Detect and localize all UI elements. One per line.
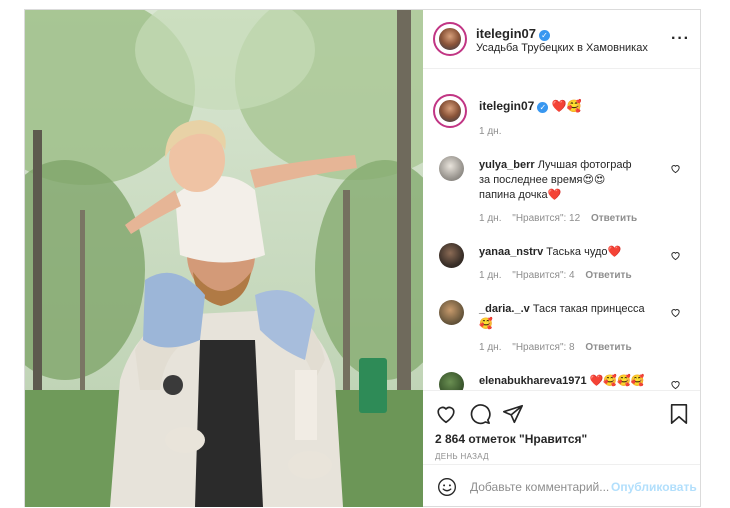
author-avatar[interactable]	[433, 22, 467, 56]
heart-icon[interactable]	[435, 403, 457, 425]
comment-item: yulya_berr Лучшая фотограф за последнее …	[479, 158, 674, 203]
caption-text: ❤️🥰	[551, 99, 582, 113]
add-comment-bar: Добавьте комментарий... Опубликовать	[423, 464, 700, 507]
comment-age[interactable]: 1 дн.	[479, 270, 501, 281]
author-username-text[interactable]: itelegin07	[476, 26, 536, 41]
comment-age[interactable]: 1 дн.	[479, 213, 501, 224]
verified-badge-icon: ✓	[538, 30, 550, 41]
comment-text-line1: Лучшая фотограф	[537, 159, 632, 171]
comment-like-heart-icon[interactable]	[670, 379, 681, 390]
paper-plane-icon[interactable]	[502, 403, 524, 425]
comment-like-heart-icon[interactable]	[670, 250, 681, 261]
post-photo[interactable]	[25, 10, 423, 507]
comment-age[interactable]: 1 дн.	[479, 342, 501, 353]
post-side-panel: itelegin07 ✓ Усадьба Трубецких в Хамовник…	[423, 10, 700, 507]
comment-text-line3: папина дочка❤️	[479, 189, 562, 201]
caption-meta: 1 дн.	[479, 126, 509, 137]
comment-username[interactable]: _daria._.v	[479, 303, 530, 315]
post-actions: 2 864 отметок "Нравится" ДЕНЬ НАЗАД	[423, 390, 700, 461]
comment-item: elenabukhareva1971 ❤️🥰🥰🥰	[479, 374, 674, 389]
comment-avatar[interactable]	[439, 156, 464, 181]
reply-button[interactable]: Ответить	[585, 270, 631, 281]
post-header: itelegin07 ✓ Усадьба Трубецких в Хамовник…	[423, 10, 700, 69]
comments-list: itelegin07 ✓ ❤️🥰 1 дн. yulya_berr Лучшая …	[423, 70, 700, 390]
smiley-icon[interactable]	[437, 477, 457, 497]
caption-username[interactable]: itelegin07	[479, 99, 534, 113]
comment-text: ❤️🥰🥰🥰	[589, 375, 645, 387]
likes-count[interactable]: 2 864 отметок "Нравится"	[435, 432, 587, 446]
comment-like-heart-icon[interactable]	[670, 307, 681, 318]
comment-like-heart-icon[interactable]	[670, 163, 681, 174]
more-dots-icon[interactable]: ···	[671, 30, 690, 48]
comment-meta: 1 дн. "Нравится": 12 Ответить	[479, 213, 645, 224]
bookmark-icon[interactable]	[669, 403, 689, 425]
comment-meta: 1 дн. "Нравится": 8 Ответить	[479, 342, 640, 353]
comment-username[interactable]: yulya_berr	[479, 159, 535, 171]
comment-text: Таська чудо❤️	[546, 246, 622, 258]
comment-avatar[interactable]	[439, 372, 464, 390]
comment-username[interactable]: yanaa_nstrv	[479, 246, 543, 258]
comment-avatar[interactable]	[439, 300, 464, 325]
comment-input[interactable]: Добавьте комментарий...	[470, 480, 609, 494]
caption-age[interactable]: 1 дн.	[479, 126, 501, 137]
comment-likes[interactable]: "Нравится": 12	[512, 213, 580, 224]
instagram-post: itelegin07 ✓ Усадьба Трубецких в Хамовник…	[24, 9, 701, 507]
comment-meta: 1 дн. "Нравится": 4 Ответить	[479, 270, 640, 281]
caption: itelegin07 ✓ ❤️🥰	[479, 99, 582, 114]
post-time[interactable]: ДЕНЬ НАЗАД	[435, 452, 489, 461]
comment-text-line2: за последнее время😍😍	[479, 174, 606, 186]
comment-likes[interactable]: "Нравится": 8	[512, 342, 574, 353]
comment-bubble-icon[interactable]	[469, 403, 491, 425]
caption-avatar[interactable]	[433, 94, 467, 128]
author-username[interactable]: itelegin07 ✓	[476, 26, 550, 41]
comment-item: yanaa_nstrv Таська чудо❤️	[479, 245, 674, 260]
comment-text: Тася такая принцесса	[532, 303, 645, 315]
verified-badge-icon: ✓	[537, 102, 549, 113]
reply-button[interactable]: Ответить	[591, 213, 637, 224]
comment-avatar[interactable]	[439, 243, 464, 268]
comment-text-line2: 🥰	[479, 318, 493, 330]
comment-item: _daria._.v Тася такая принцесса 🥰	[479, 302, 674, 332]
photo-illustration	[25, 10, 423, 507]
publish-button[interactable]: Опубликовать	[611, 480, 697, 494]
post-location[interactable]: Усадьба Трубецких в Хамовниках	[476, 42, 648, 54]
reply-button[interactable]: Ответить	[585, 342, 631, 353]
comment-username[interactable]: elenabukhareva1971	[479, 375, 587, 387]
comment-likes[interactable]: "Нравится": 4	[512, 270, 574, 281]
